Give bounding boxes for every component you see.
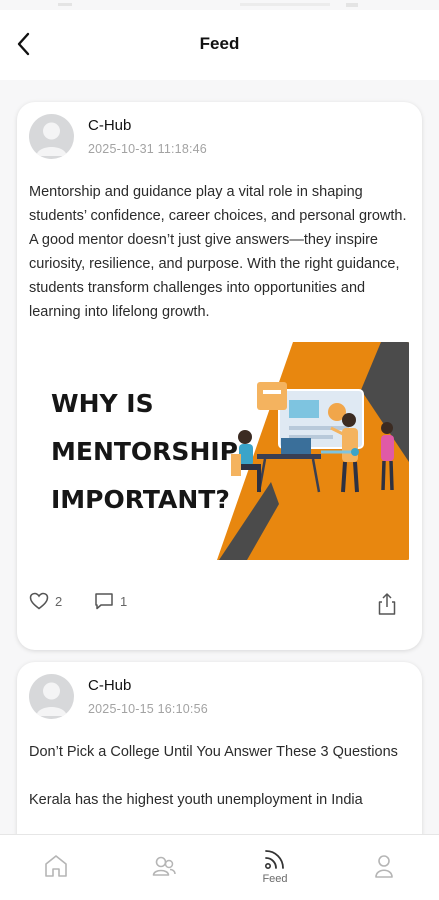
post-card[interactable]: C-Hub 2025-10-31 11:18:46 Mentorship and… bbox=[17, 102, 422, 650]
top-cutoff-strip bbox=[0, 0, 439, 10]
post-author[interactable]: C-Hub bbox=[88, 677, 131, 694]
heart-icon bbox=[29, 592, 49, 610]
app-header: Feed bbox=[0, 10, 439, 80]
profile-icon bbox=[375, 855, 393, 878]
post-paragraph: Kerala has the highest youth unemploymen… bbox=[29, 792, 363, 808]
share-icon bbox=[378, 593, 396, 615]
like-count: 2 bbox=[55, 593, 63, 609]
post-paragraph: Don’t Pick a College Until You Answer Th… bbox=[29, 744, 398, 760]
nav-home[interactable] bbox=[16, 835, 96, 900]
nav-feed[interactable]: Feed bbox=[235, 835, 315, 900]
post-text: Mentorship and guidance play a vital rol… bbox=[29, 184, 407, 320]
feed-icon bbox=[264, 850, 284, 869]
image-headline-line3: IMPORTANT? bbox=[51, 485, 230, 514]
comment-count: 1 bbox=[120, 593, 128, 609]
post-text: Don’t Pick a College Until You Answer Th… bbox=[29, 740, 409, 834]
comment-icon bbox=[95, 593, 113, 610]
post-image[interactable]: WHY IS MENTORSHIP IMPORTANT? bbox=[31, 342, 411, 560]
feed-list[interactable]: C-Hub 2025-10-31 11:18:46 Mentorship and… bbox=[0, 80, 439, 834]
default-avatar-icon bbox=[36, 682, 67, 716]
nav-people[interactable] bbox=[124, 835, 204, 900]
nav-feed-label: Feed bbox=[262, 873, 288, 885]
share-button[interactable] bbox=[376, 592, 398, 616]
home-icon bbox=[45, 855, 67, 877]
avatar bbox=[29, 114, 74, 159]
image-headline-line2: MENTORSHIP bbox=[51, 437, 238, 466]
bottom-navigation: Feed bbox=[0, 834, 439, 900]
post-timestamp: 2025-10-15 16:10:56 bbox=[88, 702, 208, 716]
post-card[interactable]: C-Hub 2025-10-15 16:10:56 Don’t Pick a C… bbox=[17, 662, 422, 834]
image-headline-line1: WHY IS bbox=[51, 389, 154, 418]
like-button[interactable]: 2 bbox=[29, 592, 62, 610]
post-timestamp: 2025-10-31 11:18:46 bbox=[88, 142, 207, 156]
page-title: Feed bbox=[199, 34, 240, 53]
nav-profile[interactable] bbox=[344, 835, 424, 900]
post-author[interactable]: C-Hub bbox=[88, 117, 131, 134]
default-avatar-icon bbox=[36, 122, 67, 156]
comment-button[interactable]: 1 bbox=[94, 592, 127, 610]
avatar bbox=[29, 674, 74, 719]
people-icon bbox=[152, 856, 176, 876]
